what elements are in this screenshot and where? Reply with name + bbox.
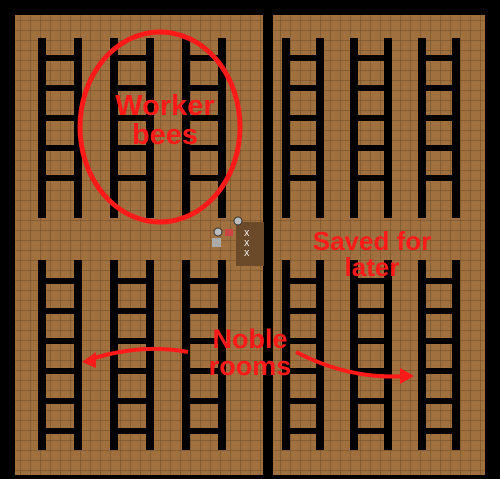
- gray-block-icon: [212, 238, 221, 247]
- wall-segment: [350, 145, 386, 151]
- noble-rooms-label: Noble rooms: [208, 324, 292, 381]
- wall-segment: [38, 338, 74, 344]
- x-marker-icon: X: [244, 249, 250, 259]
- wall-segment: [182, 175, 218, 181]
- wall-segment: [282, 428, 318, 434]
- wall-segment: [263, 10, 273, 479]
- wall-segment: [350, 85, 386, 91]
- wall-segment: [38, 368, 74, 374]
- wall-segment: [282, 398, 318, 404]
- wall-segment: [38, 260, 46, 450]
- worker-bees-label: Worker bees: [115, 90, 215, 151]
- wall-segment: [282, 175, 318, 181]
- wall-segment: [452, 38, 460, 218]
- wall-segment: [350, 260, 358, 450]
- gear-icon: [233, 216, 243, 226]
- wall-segment: [316, 38, 324, 218]
- workshop-floor: [236, 222, 264, 266]
- wall-segment: [38, 55, 74, 61]
- wall-segment: [350, 308, 386, 314]
- wall-segment: [384, 260, 392, 450]
- wall-segment: [110, 308, 146, 314]
- wall-segment: [418, 260, 426, 450]
- wall-segment: [384, 38, 392, 218]
- red-item-icon: [225, 229, 233, 236]
- wall-segment: [418, 85, 454, 91]
- wall-segment: [182, 308, 218, 314]
- wall-segment: [350, 175, 386, 181]
- x-marker-icon: X: [244, 229, 250, 239]
- wall-segment: [182, 278, 218, 284]
- wall-segment: [418, 368, 454, 374]
- wall-segment: [38, 115, 74, 121]
- wall-segment: [452, 260, 460, 450]
- wall-segment: [350, 398, 386, 404]
- saved-for-later-label: Saved for later: [312, 226, 432, 282]
- wall-segment: [418, 175, 454, 181]
- wall-segment: [38, 308, 74, 314]
- wall-segment: [350, 38, 358, 218]
- wall-segment: [418, 428, 454, 434]
- gear-icon: [213, 227, 223, 237]
- wall-segment: [38, 278, 74, 284]
- wall-segment: [418, 338, 454, 344]
- wall-segment: [110, 338, 146, 344]
- wall-segment: [418, 55, 454, 61]
- x-marker-icon: X: [244, 239, 250, 249]
- wall-segment: [282, 85, 318, 91]
- wall-segment: [38, 85, 74, 91]
- wall-segment: [282, 145, 318, 151]
- wall-segment: [418, 308, 454, 314]
- wall-segment: [38, 175, 74, 181]
- wall-segment: [110, 398, 146, 404]
- wall-segment: [282, 55, 318, 61]
- wall-segment: [350, 338, 386, 344]
- wall-segment: [146, 260, 154, 450]
- wall-segment: [38, 38, 46, 218]
- wall-segment: [38, 398, 74, 404]
- wall-segment: [110, 428, 146, 434]
- wall-segment: [182, 398, 218, 404]
- wall-segment: [282, 308, 318, 314]
- wall-segment: [282, 115, 318, 121]
- wall-segment: [110, 175, 146, 181]
- wall-segment: [418, 398, 454, 404]
- wall-segment: [110, 55, 146, 61]
- wall-segment: [418, 38, 426, 218]
- wall-segment: [38, 145, 74, 151]
- wall-segment: [182, 428, 218, 434]
- wall-segment: [350, 428, 386, 434]
- wall-segment: [350, 55, 386, 61]
- wall-segment: [38, 428, 74, 434]
- wall-segment: [110, 368, 146, 374]
- wall-segment: [350, 115, 386, 121]
- wall-segment: [418, 145, 454, 151]
- wall-segment: [110, 278, 146, 284]
- wall-segment: [418, 115, 454, 121]
- wall-segment: [282, 38, 290, 218]
- wall-segment: [74, 260, 82, 450]
- wall-segment: [316, 260, 324, 450]
